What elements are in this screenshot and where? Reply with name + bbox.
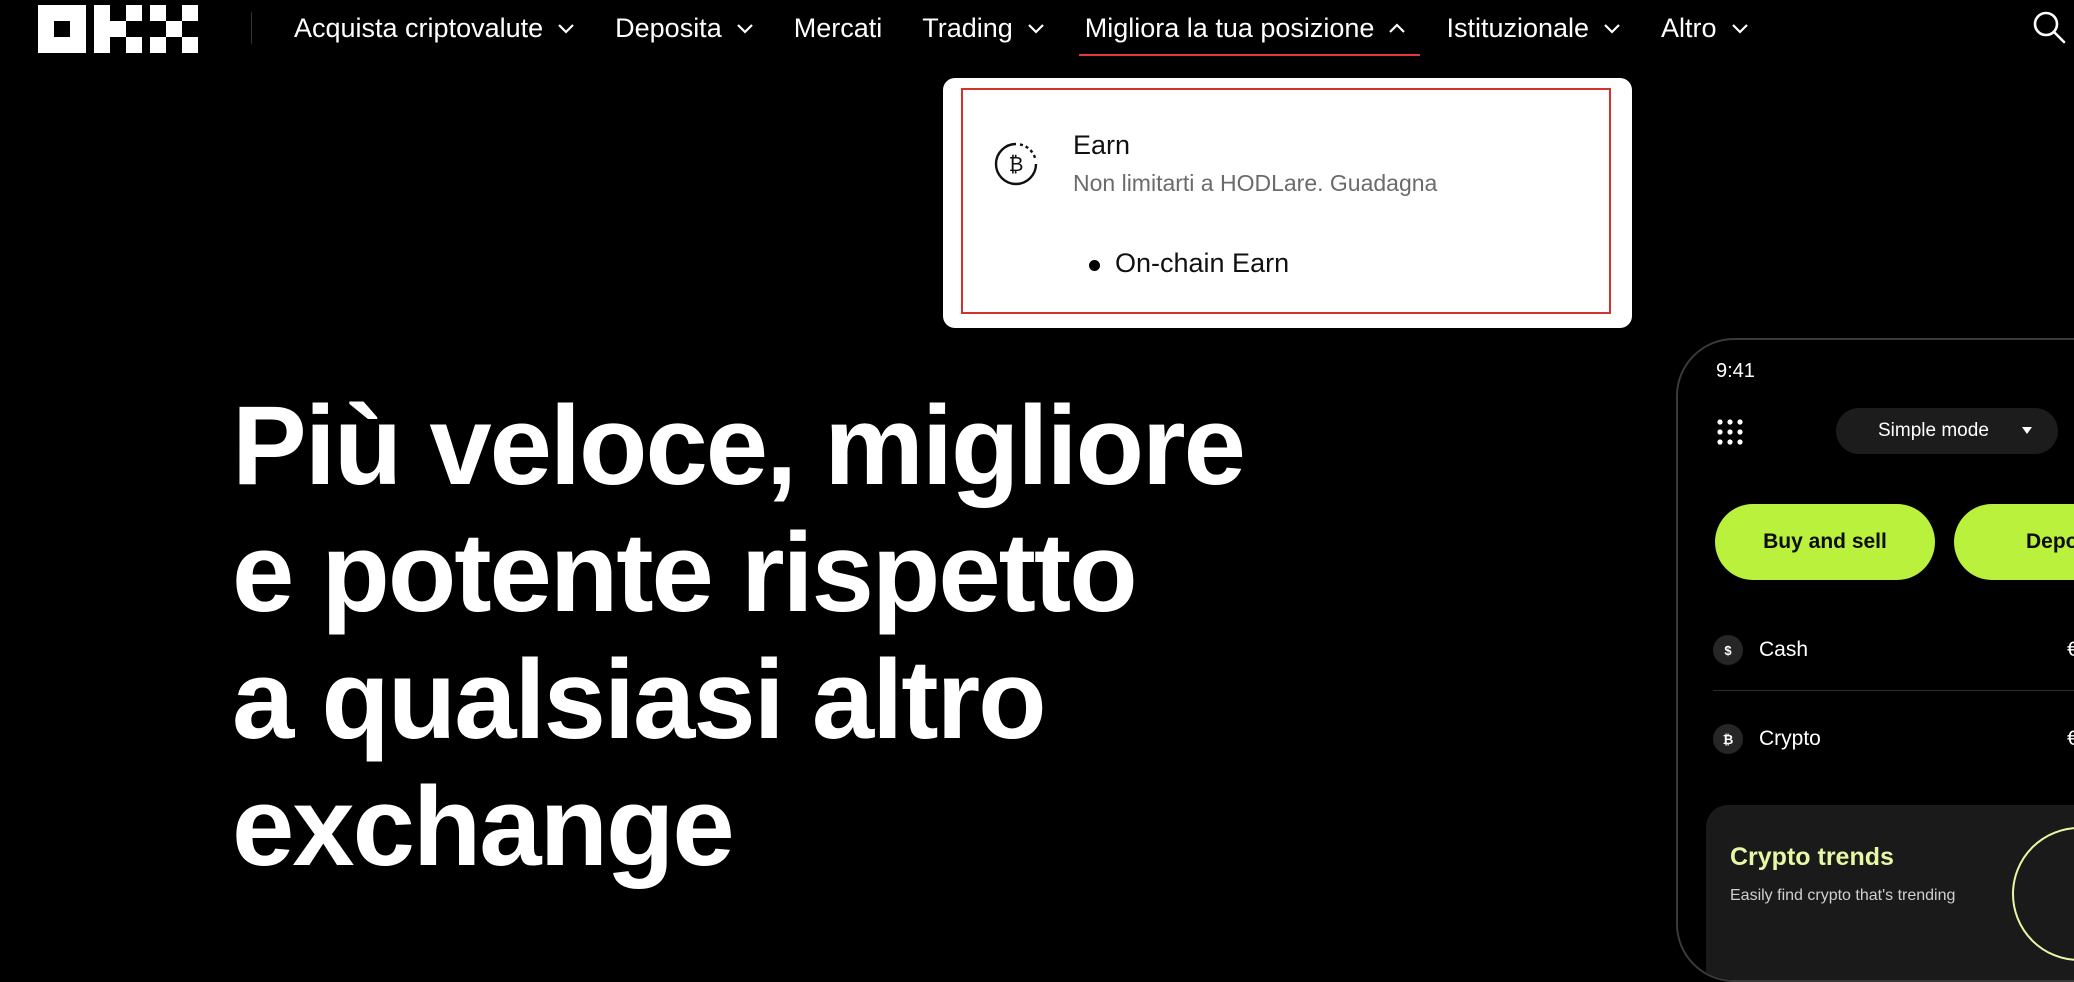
hero-line: e potente rispetto (232, 510, 1138, 635)
chevron-down-icon (1028, 24, 1044, 34)
bullet-icon (1089, 260, 1100, 271)
dropdown-item-on-chain-earn[interactable]: On-chain Earn (1115, 248, 1289, 279)
nav-item-trading[interactable]: Trading (922, 0, 1045, 56)
hero-line: exchange (232, 764, 735, 889)
top-navigation-bar: Acquista criptovalute Deposita Mercati T… (0, 0, 2074, 60)
nav-item-altro[interactable]: Altro (1661, 0, 1749, 56)
nav-item-migliora-la-tua-posizione[interactable]: Migliora la tua posizione (1078, 0, 1421, 56)
chevron-up-icon (1389, 23, 1406, 33)
chevron-down-icon (736, 24, 753, 34)
search-icon[interactable] (2032, 10, 2066, 44)
deposit-button[interactable]: Depo (1954, 504, 2074, 580)
chevron-down-icon (1731, 24, 1748, 34)
svg-text:₿: ₿ (1009, 152, 1024, 176)
cash-label: Cash (1759, 638, 1809, 661)
nav-item-acquista-criptovalute[interactable]: Acquista criptovalute (294, 0, 575, 56)
chevron-down-icon (558, 24, 574, 34)
nav-divider (251, 12, 252, 44)
grid-menu-icon[interactable] (1716, 418, 1744, 446)
nav-item-label: Acquista criptovalute (294, 12, 544, 43)
dropdown-highlight-box (961, 88, 1611, 314)
nav-item-label: Deposita (615, 12, 722, 43)
migliora-dropdown-menu: ₿ Earn Non limitarti a HODLare. Guadagna… (943, 78, 1632, 328)
phone-status-time: 9:41 (1716, 360, 1755, 382)
crypto-row[interactable]: ₿ Crypto €2 (1713, 721, 2074, 757)
nav-item-label: Mercati (793, 12, 883, 43)
crypto-value: €2 (2067, 727, 2074, 751)
hero-line: Più veloce, migliore (232, 383, 1246, 508)
main-nav: Acquista criptovalute Deposita Mercati T… (294, 0, 1789, 56)
hero-line: a qualsiasi altro (232, 637, 1047, 762)
crypto-trends-subtitle: Easily find crypto that's trending (1730, 887, 1956, 904)
crypto-label: Crypto (1759, 727, 1821, 750)
bitcoin-icon: ₿ (1713, 724, 1743, 754)
okx-logo[interactable] (38, 5, 198, 53)
crypto-trends-card[interactable]: Crypto trends Easily find crypto that's … (1706, 805, 2074, 980)
buy-and-sell-button[interactable]: Buy and sell (1715, 504, 1935, 580)
crypto-trends-title: Crypto trends (1730, 843, 1894, 871)
nav-item-label: Migliora la tua posizione (1084, 12, 1375, 43)
trends-circle-graphic (2012, 827, 2074, 961)
dollar-icon: $ (1713, 635, 1743, 665)
dropdown-earn-title[interactable]: Earn (1073, 130, 1130, 161)
nav-item-deposita[interactable]: Deposita (615, 0, 754, 56)
dropdown-earn-subtitle: Non limitarti a HODLare. Guadagna (1073, 170, 1438, 196)
row-divider (1713, 690, 2074, 691)
chevron-down-icon (1604, 24, 1620, 34)
caret-down-icon (2022, 427, 2032, 434)
phone-mockup: 9:41 Simple mode Buy and sell Depo $ Cas… (1676, 338, 2074, 982)
nav-item-mercati[interactable]: Mercati (794, 0, 883, 56)
nav-item-istituzionale[interactable]: Istituzionale (1446, 0, 1621, 56)
mode-selector-label: Simple mode (1878, 420, 1989, 441)
nav-item-label: Altro (1661, 12, 1717, 43)
mode-selector[interactable]: Simple mode (1836, 408, 2058, 454)
cash-row[interactable]: $ Cash € (1713, 632, 2074, 668)
hero-heading: Più veloce, migliore e potente rispetto … (232, 382, 1332, 890)
bitcoin-coin-dashed-icon: ₿ (994, 142, 1038, 186)
nav-item-label: Trading (922, 12, 1013, 43)
nav-item-label: Istituzionale (1446, 12, 1590, 43)
cash-value: € (2067, 638, 2074, 662)
